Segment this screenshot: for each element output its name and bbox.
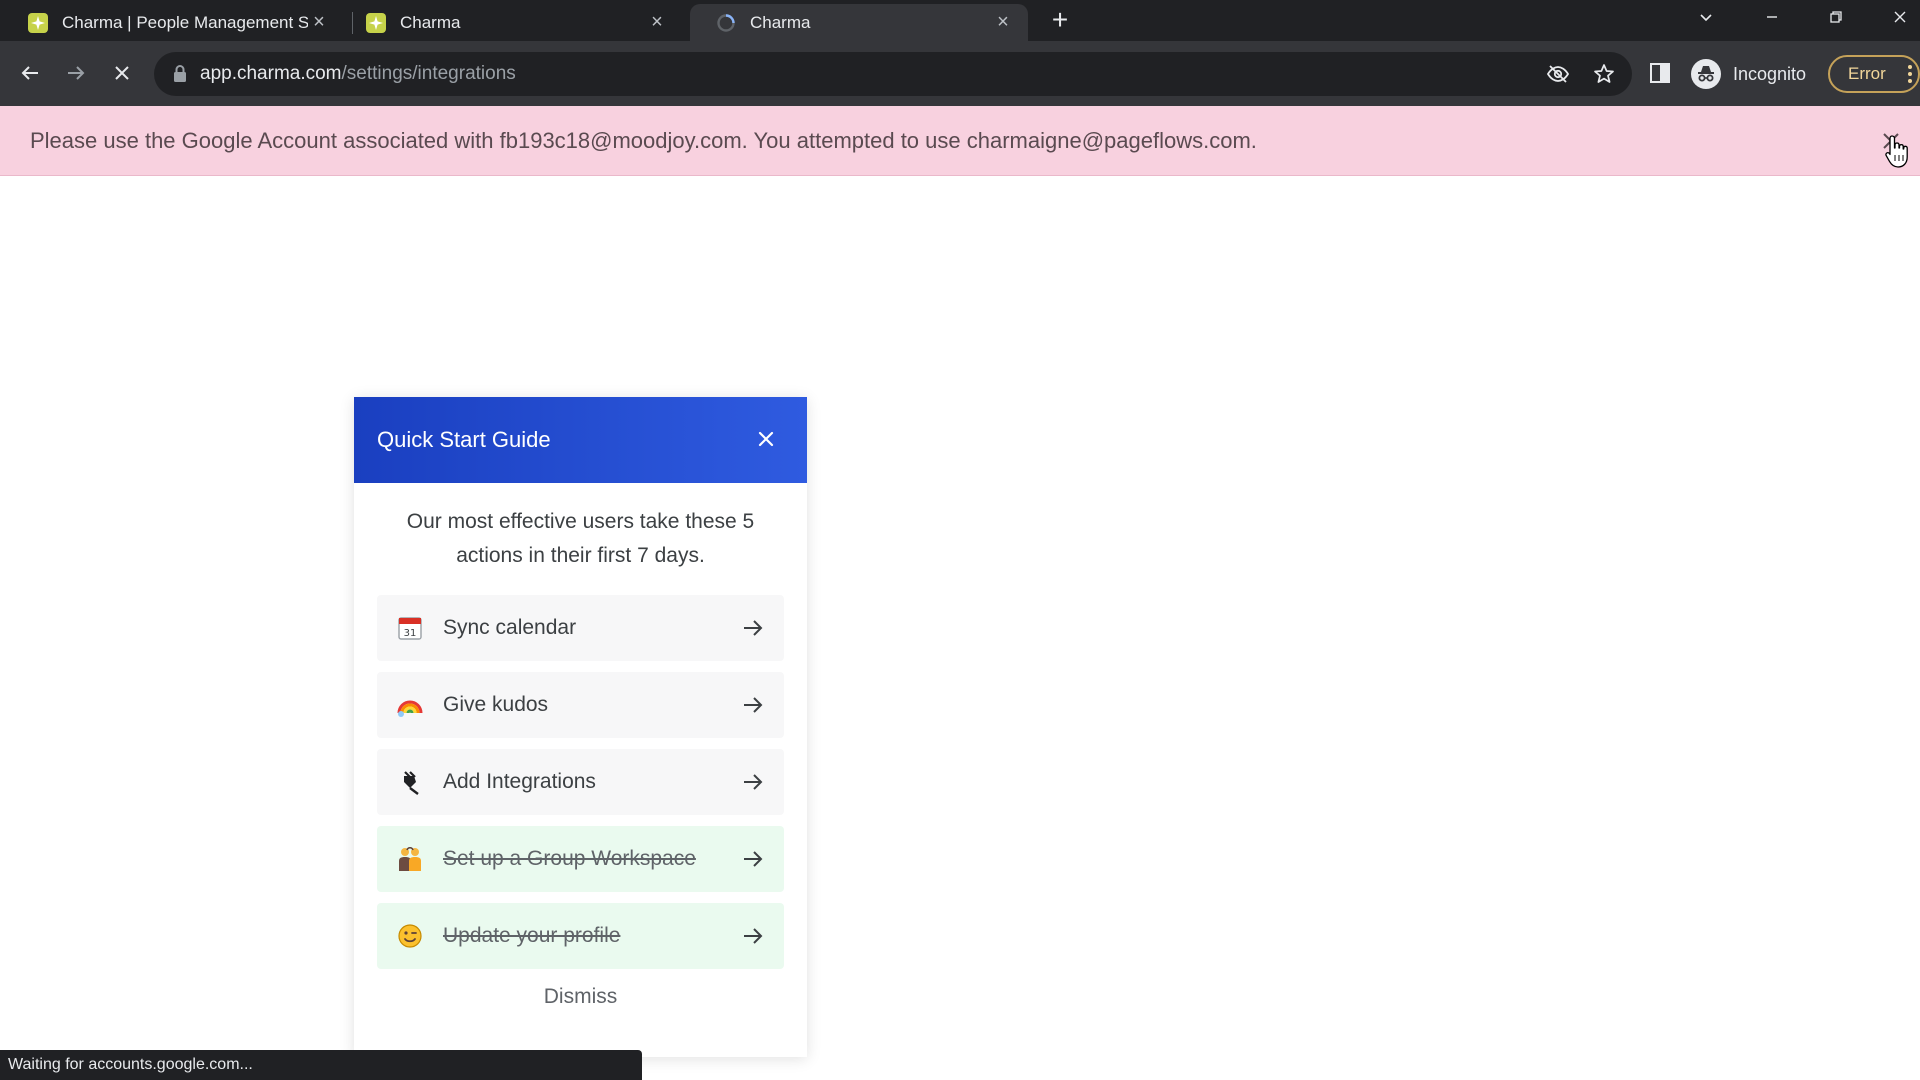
quick-start-item-group-workspace[interactable]: Set up a Group Workspace bbox=[377, 826, 784, 892]
arrow-right-icon bbox=[744, 620, 763, 636]
url-host: app.charma.com bbox=[200, 63, 342, 84]
quick-start-item-update-profile[interactable]: Update your profile bbox=[377, 903, 784, 969]
calendar-icon: 31 bbox=[395, 613, 425, 643]
charma-icon bbox=[366, 12, 386, 33]
close-icon[interactable] bbox=[754, 427, 778, 451]
close-window-icon[interactable] bbox=[1876, 0, 1920, 34]
close-tab-icon[interactable]: × bbox=[992, 11, 1014, 34]
close-icon bbox=[115, 66, 129, 80]
rainbow-icon bbox=[395, 690, 425, 720]
item-label: Give kudos bbox=[443, 693, 549, 716]
lock-icon bbox=[174, 65, 186, 82]
forward-arrow-icon bbox=[68, 66, 85, 80]
url-path: /settings/integrations bbox=[341, 63, 516, 84]
browser-tab[interactable]: Charma × bbox=[340, 4, 682, 41]
stop-loading-button[interactable] bbox=[104, 55, 140, 91]
account-mismatch-banner: Please use the Google Account associated… bbox=[0, 106, 1920, 176]
winking-face-icon bbox=[395, 921, 425, 951]
arrow-right-icon bbox=[744, 697, 763, 713]
browser-tab-strip: Charma | People Management S × Charma × … bbox=[0, 0, 1920, 41]
incognito-label: Incognito bbox=[1733, 63, 1807, 84]
loading-spinner-icon bbox=[716, 13, 736, 33]
error-label: Error bbox=[1848, 64, 1886, 83]
tab-search-chevron-icon[interactable] bbox=[1682, 0, 1730, 34]
arrow-right-icon bbox=[744, 928, 763, 944]
quick-start-title: Quick Start Guide bbox=[377, 427, 551, 452]
quick-start-item-give-kudos[interactable]: Give kudos bbox=[377, 672, 784, 738]
tab-title: Charma | People Management S bbox=[62, 12, 308, 32]
restore-window-icon[interactable] bbox=[1812, 0, 1860, 34]
close-tab-icon[interactable]: × bbox=[646, 11, 668, 34]
error-menu-button[interactable]: Error bbox=[1828, 55, 1920, 93]
back-arrow-icon bbox=[21, 66, 38, 80]
browser-status-bar: Waiting for accounts.google.com... bbox=[0, 1050, 642, 1080]
browser-tab[interactable]: Charma | People Management S × bbox=[2, 4, 344, 41]
group-people-icon bbox=[395, 844, 425, 874]
quick-start-item-sync-calendar[interactable]: 31 Sync calendar bbox=[377, 595, 784, 661]
dismiss-button[interactable]: Dismiss bbox=[354, 985, 807, 1009]
arrow-right-icon bbox=[744, 774, 763, 790]
charma-icon bbox=[28, 12, 48, 33]
address-bar[interactable]: app.charma.com/settings/integrations bbox=[154, 52, 1632, 96]
item-label: Sync calendar bbox=[443, 616, 577, 639]
side-panel-icon[interactable] bbox=[1648, 61, 1672, 85]
quick-start-header: Quick Start Guide bbox=[354, 397, 807, 483]
plug-icon bbox=[395, 767, 425, 797]
arrow-right-icon bbox=[744, 851, 763, 867]
url-text: app.charma.com/settings/integrations bbox=[200, 63, 516, 85]
item-label: Add Integrations bbox=[443, 770, 596, 793]
item-label: Update your profile bbox=[443, 924, 621, 947]
tab-title: Charma bbox=[750, 12, 811, 32]
banner-message: Please use the Google Account associated… bbox=[30, 128, 1257, 153]
incognito-profile-button[interactable]: Incognito bbox=[1687, 52, 1818, 96]
browser-tab-active[interactable]: Charma × bbox=[690, 4, 1028, 41]
quick-start-guide-panel: Quick Start Guide Our most effective use… bbox=[354, 397, 807, 1057]
incognito-icon bbox=[1691, 59, 1721, 89]
tab-title: Charma bbox=[400, 12, 461, 32]
forward-button[interactable] bbox=[58, 55, 94, 91]
item-label: Set up a Group Workspace bbox=[443, 847, 696, 870]
quick-start-item-add-integrations[interactable]: Add Integrations bbox=[377, 749, 784, 815]
svg-text:31: 31 bbox=[404, 628, 417, 639]
close-tab-icon[interactable]: × bbox=[308, 11, 330, 34]
eye-off-icon[interactable] bbox=[1546, 62, 1570, 86]
back-button[interactable] bbox=[12, 55, 48, 91]
quick-start-intro: Our most effective users take these 5 ac… bbox=[406, 510, 755, 567]
bookmark-star-icon[interactable] bbox=[1592, 62, 1616, 86]
minimize-window-icon[interactable] bbox=[1748, 0, 1796, 34]
new-tab-button[interactable]: + bbox=[1046, 6, 1074, 34]
more-vert-icon bbox=[1908, 65, 1912, 83]
browser-toolbar: app.charma.com/settings/integrations Inc… bbox=[0, 41, 1920, 106]
hand-cursor-icon bbox=[1885, 135, 1908, 168]
